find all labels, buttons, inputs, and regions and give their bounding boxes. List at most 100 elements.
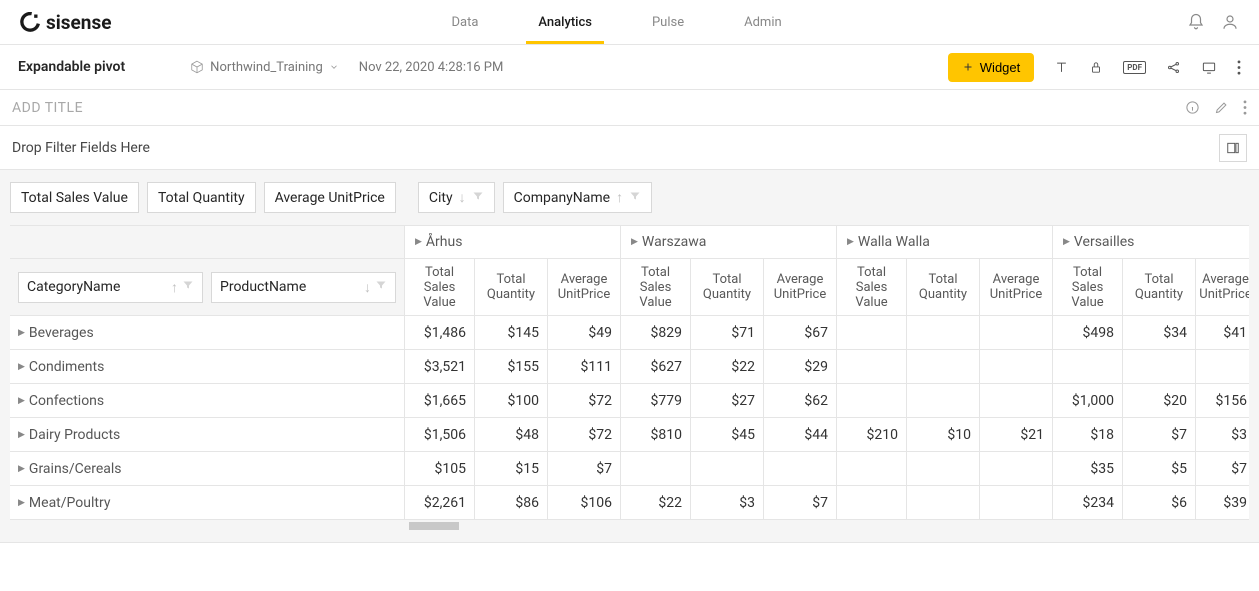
nav-tab-pulse[interactable]: Pulse xyxy=(652,0,684,44)
sort-desc-icon: ↓ xyxy=(364,279,371,296)
data-cell: $234 xyxy=(1053,486,1123,519)
data-cell: $67 xyxy=(764,316,837,349)
data-cell: $498 xyxy=(1053,316,1123,349)
row-dim-chip[interactable]: ProductName↓ xyxy=(211,272,396,303)
expand-icon[interactable]: ▶ xyxy=(18,396,25,406)
city-header[interactable]: ▶Walla Walla xyxy=(837,226,1053,259)
data-cell: $34 xyxy=(1123,316,1196,349)
data-cell: $106 xyxy=(548,486,621,519)
measure-header: Total Sales Value xyxy=(405,259,475,316)
category-row[interactable]: ▶Beverages xyxy=(10,316,405,349)
category-row[interactable]: ▶Confections xyxy=(10,384,405,417)
data-cell xyxy=(907,486,980,519)
data-cell xyxy=(907,452,980,485)
data-cell: $1,665 xyxy=(405,384,475,417)
expand-icon[interactable]: ▶ xyxy=(18,362,25,372)
expand-icon[interactable]: ▶ xyxy=(18,498,25,508)
data-cell xyxy=(837,384,907,417)
data-cell: $779 xyxy=(621,384,691,417)
data-cell: $21 xyxy=(980,418,1053,451)
measure-chip[interactable]: Average UnitPrice xyxy=(264,182,396,213)
lock-icon[interactable] xyxy=(1089,60,1103,75)
row-dim-chip[interactable]: CategoryName↑ xyxy=(18,272,203,303)
info-icon[interactable] xyxy=(1185,100,1200,115)
pdf-icon[interactable]: PDF xyxy=(1123,61,1146,74)
data-cell: $829 xyxy=(621,316,691,349)
category-row[interactable]: ▶Condiments xyxy=(10,350,405,383)
measure-header: Average UnitPrice xyxy=(764,259,837,316)
city-header[interactable]: ▶Århus xyxy=(405,226,621,259)
data-cell xyxy=(837,350,907,383)
category-row[interactable]: ▶Meat/Poultry xyxy=(10,486,405,519)
data-cell: $7 xyxy=(1196,452,1249,485)
filter-drop-zone[interactable]: Drop Filter Fields Here xyxy=(0,126,1259,170)
data-cell xyxy=(837,486,907,519)
data-cell: $3 xyxy=(1196,418,1249,451)
filter-icon[interactable] xyxy=(182,279,194,296)
city-header[interactable]: ▶Warszawa xyxy=(621,226,837,259)
user-icon[interactable] xyxy=(1221,13,1239,31)
sort-asc-icon: ↑ xyxy=(171,279,178,296)
expand-icon[interactable]: ▶ xyxy=(18,464,25,474)
data-cell: $62 xyxy=(764,384,837,417)
share-icon[interactable] xyxy=(1166,60,1181,75)
expand-icon[interactable]: ▶ xyxy=(1063,237,1070,247)
data-cell: $49 xyxy=(548,316,621,349)
data-cell: $3 xyxy=(691,486,764,519)
data-cell: $627 xyxy=(621,350,691,383)
expand-icon[interactable]: ▶ xyxy=(18,430,25,440)
data-cell xyxy=(907,384,980,417)
data-cell: $7 xyxy=(764,486,837,519)
pencil-icon[interactable] xyxy=(1214,100,1229,115)
measure-header: Average UnitPrice xyxy=(980,259,1053,316)
filter-icon[interactable] xyxy=(629,190,641,206)
data-cell: $105 xyxy=(405,452,475,485)
kebab-icon[interactable] xyxy=(1237,60,1241,75)
expand-icon[interactable]: ▶ xyxy=(631,237,638,247)
scrollbar-thumb[interactable] xyxy=(409,522,459,530)
toolbar-icons: PDF xyxy=(1054,60,1241,75)
column-dim-chip[interactable]: CompanyName↑ xyxy=(503,182,653,213)
fields-panel-icon[interactable] xyxy=(1219,134,1247,162)
data-cell: $2,261 xyxy=(405,486,475,519)
footer-spacer xyxy=(0,542,1259,560)
expand-icon[interactable]: ▶ xyxy=(847,237,854,247)
data-cell xyxy=(837,452,907,485)
column-dim-chip[interactable]: City↓ xyxy=(418,182,495,213)
nav-tab-analytics[interactable]: Analytics xyxy=(538,0,592,44)
monitor-icon[interactable] xyxy=(1201,60,1217,75)
sisense-logo-icon xyxy=(20,12,40,32)
city-column-group: ▶ÅrhusTotal Sales ValueTotal QuantityAve… xyxy=(405,226,621,520)
data-cell: $71 xyxy=(691,316,764,349)
horizontal-scrollbar[interactable] xyxy=(10,520,1249,532)
text-icon[interactable] xyxy=(1054,60,1069,75)
measure-chip[interactable]: Total Quantity xyxy=(147,182,256,213)
data-cell: $145 xyxy=(475,316,548,349)
data-cell: $1,000 xyxy=(1053,384,1123,417)
widget-title-input[interactable]: ADD TITLE xyxy=(12,100,83,116)
category-row[interactable]: ▶Dairy Products xyxy=(10,418,405,451)
data-cell: $22 xyxy=(691,350,764,383)
measure-header: Total Quantity xyxy=(1123,259,1196,316)
bell-icon[interactable] xyxy=(1187,13,1205,31)
filter-icon[interactable] xyxy=(375,279,387,296)
kebab-icon[interactable] xyxy=(1243,100,1247,115)
category-row[interactable]: ▶Grains/Cereals xyxy=(10,452,405,485)
measure-chip[interactable]: Total Sales Value xyxy=(10,182,139,213)
data-cell: $156 xyxy=(1196,384,1249,417)
measure-header: Total Quantity xyxy=(907,259,980,316)
city-header[interactable]: ▶Versailles xyxy=(1053,226,1249,259)
measure-header: Total Sales Value xyxy=(1053,259,1123,316)
expand-icon[interactable]: ▶ xyxy=(18,328,25,338)
nav-tab-admin[interactable]: Admin xyxy=(744,0,782,44)
measure-header: Average UnitPrice xyxy=(548,259,621,316)
expand-icon[interactable]: ▶ xyxy=(415,237,422,247)
nav-tab-data[interactable]: Data xyxy=(451,0,478,44)
sort-desc-icon: ↓ xyxy=(459,189,466,206)
data-cell: $7 xyxy=(548,452,621,485)
filter-icon[interactable] xyxy=(472,190,484,206)
add-widget-button[interactable]: Widget xyxy=(948,53,1034,82)
datasource-picker[interactable]: Northwind_Training xyxy=(190,60,339,75)
sort-asc-icon: ↑ xyxy=(616,189,623,206)
measure-header: Total Sales Value xyxy=(837,259,907,316)
